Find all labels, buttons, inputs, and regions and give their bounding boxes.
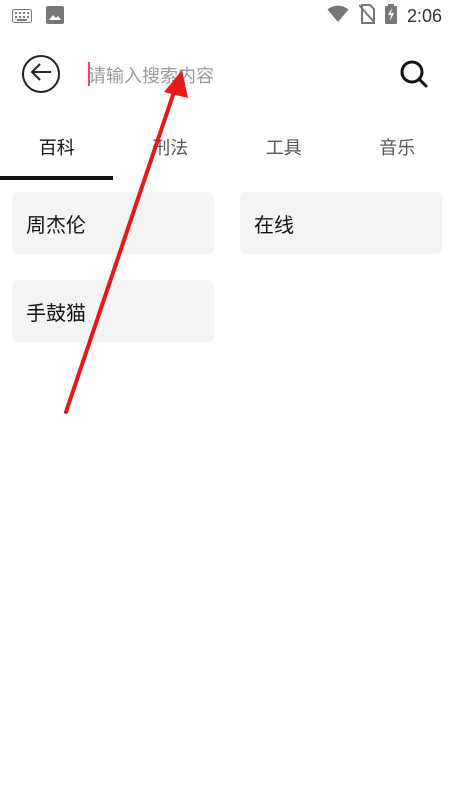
arrow-left-icon [30, 63, 52, 85]
suggestion-card[interactable]: 在线 [240, 192, 442, 254]
text-caret [88, 62, 90, 86]
annotation-arrow [64, 70, 188, 414]
wifi-icon [327, 5, 349, 27]
image-icon [46, 6, 64, 28]
status-time: 2:06 [406, 5, 442, 26]
search-bar [0, 40, 454, 110]
no-sim-icon [358, 4, 376, 28]
status-bar: 2:06 [0, 0, 454, 32]
back-button[interactable] [22, 55, 60, 93]
search-input[interactable] [88, 60, 350, 92]
category-tabs: 百科 刑法 工具 音乐 [0, 128, 454, 180]
search-icon [398, 60, 430, 94]
tab-baike[interactable]: 百科 [0, 128, 114, 180]
suggestion-card[interactable]: 周杰伦 [12, 192, 214, 254]
tab-yinyue[interactable]: 音乐 [341, 128, 454, 180]
search-button[interactable] [398, 58, 430, 90]
keyboard-icon [12, 8, 32, 27]
battery-charging-icon [384, 4, 397, 28]
suggestion-card[interactable]: 手鼓猫 [12, 280, 214, 342]
tab-gongju[interactable]: 工具 [227, 128, 341, 180]
search-field[interactable] [88, 60, 358, 92]
tab-xingfa[interactable]: 刑法 [114, 128, 228, 180]
